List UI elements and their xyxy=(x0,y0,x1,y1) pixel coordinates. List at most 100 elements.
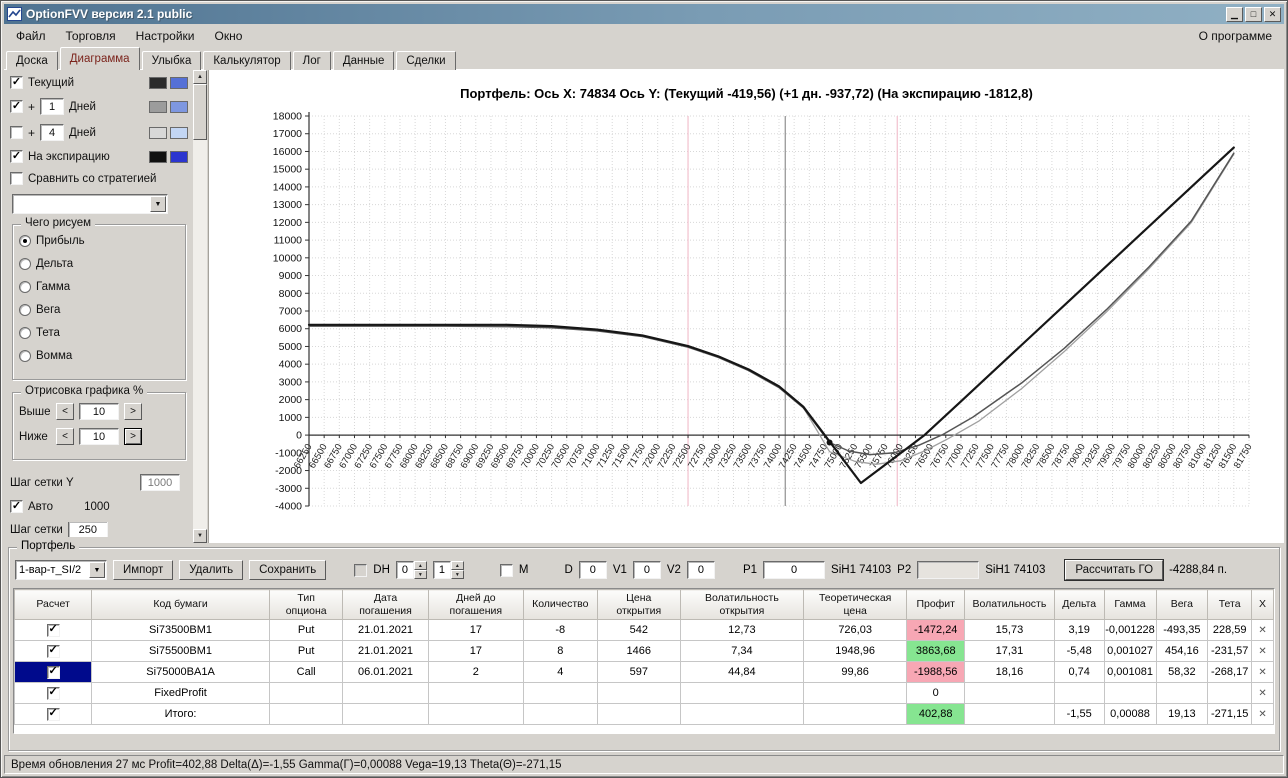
dh-checkbox[interactable] xyxy=(354,563,368,577)
row-calc-cell[interactable] xyxy=(14,661,93,683)
swatch-expiration-2[interactable] xyxy=(170,150,188,163)
draw-option-0[interactable]: Прибыль xyxy=(19,235,179,247)
row-checkbox[interactable] xyxy=(46,707,60,721)
table-row[interactable]: Si73500BM1Put21.01.202117-854212,73726,0… xyxy=(14,619,1274,641)
table-row[interactable]: Si75500BM1Put21.01.202117814667,341948,9… xyxy=(14,640,1274,662)
draw-option-2[interactable]: Гамма xyxy=(19,281,179,293)
compare-strategy-checkbox[interactable] xyxy=(10,172,23,185)
range-dec-button-1[interactable]: < xyxy=(56,428,74,445)
scroll-up-icon[interactable]: ▲ xyxy=(193,70,207,84)
swatch-current-1[interactable] xyxy=(149,76,167,89)
draw-option-5[interactable]: Вомма xyxy=(19,350,179,362)
days-input-plus1[interactable]: 1 xyxy=(40,98,65,115)
grid-step-y-input[interactable]: 1000 xyxy=(140,474,180,491)
v1-input[interactable]: 0 xyxy=(632,561,661,579)
tab-deals[interactable]: Сделки xyxy=(396,51,456,70)
d-input[interactable]: 0 xyxy=(578,561,607,579)
p1-input[interactable]: 0 xyxy=(763,561,826,579)
auto-checkbox[interactable] xyxy=(10,500,23,513)
m-checkbox[interactable] xyxy=(499,563,513,577)
draw-option-1[interactable]: Дельта xyxy=(19,258,179,270)
row-calc-cell[interactable] xyxy=(14,682,93,704)
column-header[interactable]: Количество xyxy=(522,589,598,620)
checkbox-expiration[interactable] xyxy=(10,150,23,163)
column-header[interactable]: Волатильность открытия xyxy=(679,589,804,620)
swatch-plus4-1[interactable] xyxy=(149,126,167,139)
column-header[interactable]: Тип опциона xyxy=(268,589,344,620)
strategy-select[interactable]: ▼ xyxy=(12,194,168,214)
range-inc-button-0[interactable]: > xyxy=(124,403,142,420)
scroll-thumb[interactable] xyxy=(193,84,207,140)
swatch-plus1-2[interactable] xyxy=(170,100,188,113)
column-header[interactable]: Теоретическая цена xyxy=(802,589,908,620)
menu-item-trade[interactable]: Торговля xyxy=(56,25,126,47)
chevron-down-icon[interactable]: ▼ xyxy=(89,562,105,578)
draw-option-4[interactable]: Тета xyxy=(19,327,179,339)
row-checkbox[interactable] xyxy=(46,665,60,679)
spinner-arrows-icon[interactable]: ▲ ▼ xyxy=(450,561,464,579)
chevron-down-icon[interactable]: ▼ xyxy=(150,196,166,212)
swatch-expiration-1[interactable] xyxy=(149,150,167,163)
p2-input[interactable] xyxy=(917,561,980,579)
menu-item-file[interactable]: Файл xyxy=(6,25,56,47)
column-header[interactable]: X xyxy=(1251,589,1274,620)
checkbox-current[interactable] xyxy=(10,76,23,89)
column-header[interactable]: Расчет xyxy=(14,589,93,620)
tab-smile[interactable]: Улыбка xyxy=(141,51,202,70)
close-button[interactable]: ✕ xyxy=(1264,6,1281,22)
checkbox-plus4[interactable] xyxy=(10,126,23,139)
column-header[interactable]: Тета xyxy=(1207,589,1253,620)
column-header[interactable]: Вега xyxy=(1155,589,1209,620)
maximize-button[interactable]: □ xyxy=(1245,6,1262,22)
column-header[interactable]: Дата погашения xyxy=(342,589,429,620)
scroll-down-icon[interactable]: ▼ xyxy=(193,529,207,543)
row-checkbox[interactable] xyxy=(46,623,60,637)
delete-button[interactable]: Удалить xyxy=(179,560,244,580)
row-calc-cell[interactable] xyxy=(14,619,93,641)
row-checkbox[interactable] xyxy=(46,644,60,658)
swatch-current-2[interactable] xyxy=(170,76,188,89)
dh-spinner-b-value[interactable]: 1 xyxy=(432,561,451,579)
delete-row-button[interactable]: ✕ xyxy=(1251,682,1274,704)
delete-row-button[interactable]: ✕ xyxy=(1251,640,1274,662)
days-input-plus4[interactable]: 4 xyxy=(40,124,65,141)
tab-diagram[interactable]: Диаграмма xyxy=(59,47,140,70)
row-calc-cell[interactable] xyxy=(14,703,93,725)
save-button[interactable]: Сохранить xyxy=(249,560,327,580)
menu-item-window[interactable]: Окно xyxy=(205,25,253,47)
dh-spinner-a[interactable]: 0 ▲ ▼ xyxy=(395,561,427,579)
menu-item-settings[interactable]: Настройки xyxy=(126,25,205,47)
v2-input[interactable]: 0 xyxy=(686,561,715,579)
scroll-track[interactable] xyxy=(193,84,207,529)
range-input-0[interactable]: 10 xyxy=(79,403,119,420)
range-inc-button-1[interactable]: > xyxy=(124,428,142,445)
table-row[interactable]: Si75000BA1ACall06.01.20212459744,8499,86… xyxy=(14,661,1274,683)
sidebar-scrollbar[interactable]: ▲ ▼ xyxy=(193,70,207,543)
minimize-button[interactable]: ▁ xyxy=(1226,6,1243,22)
grid-step-x-input[interactable]: 250 xyxy=(67,522,108,537)
delete-row-button[interactable]: ✕ xyxy=(1251,619,1274,641)
range-dec-button-0[interactable]: < xyxy=(56,403,74,420)
delete-row-button[interactable]: ✕ xyxy=(1251,661,1274,683)
title-bar[interactable]: OptionFVV версия 2.1 public ▁ □ ✕ xyxy=(4,4,1284,24)
column-header[interactable]: Профит xyxy=(906,589,966,620)
tab-calculator[interactable]: Калькулятор xyxy=(203,51,291,70)
checkbox-plus1[interactable] xyxy=(10,100,23,113)
column-header[interactable]: Код бумаги xyxy=(91,589,270,620)
column-header[interactable]: Цена открытия xyxy=(596,589,681,620)
import-button[interactable]: Импорт xyxy=(113,560,174,580)
table-row[interactable]: FixedProfit 0 ✕ xyxy=(14,682,1274,704)
tab-data[interactable]: Данные xyxy=(332,51,395,70)
dh-spinner-b[interactable]: 1 ▲ ▼ xyxy=(432,561,464,579)
profit-chart[interactable]: -4000-3000-2000-100001000200030004000500… xyxy=(209,104,1284,543)
draw-option-3[interactable]: Вега xyxy=(19,304,179,316)
column-header[interactable]: Дельта xyxy=(1053,589,1105,620)
swatch-plus4-2[interactable] xyxy=(170,126,188,139)
table-row[interactable]: Итого: 402,88 -1,550,0008819,13-271,15✕ xyxy=(14,703,1274,725)
tab-log[interactable]: Лог xyxy=(292,51,331,70)
tab-board[interactable]: Доска xyxy=(6,51,58,70)
range-input-1[interactable]: 10 xyxy=(79,428,119,445)
row-calc-cell[interactable] xyxy=(14,640,93,662)
preset-select[interactable]: 1-вар-т_SI/2 ▼ xyxy=(15,560,107,580)
column-header[interactable]: Дней до погашения xyxy=(427,589,524,620)
